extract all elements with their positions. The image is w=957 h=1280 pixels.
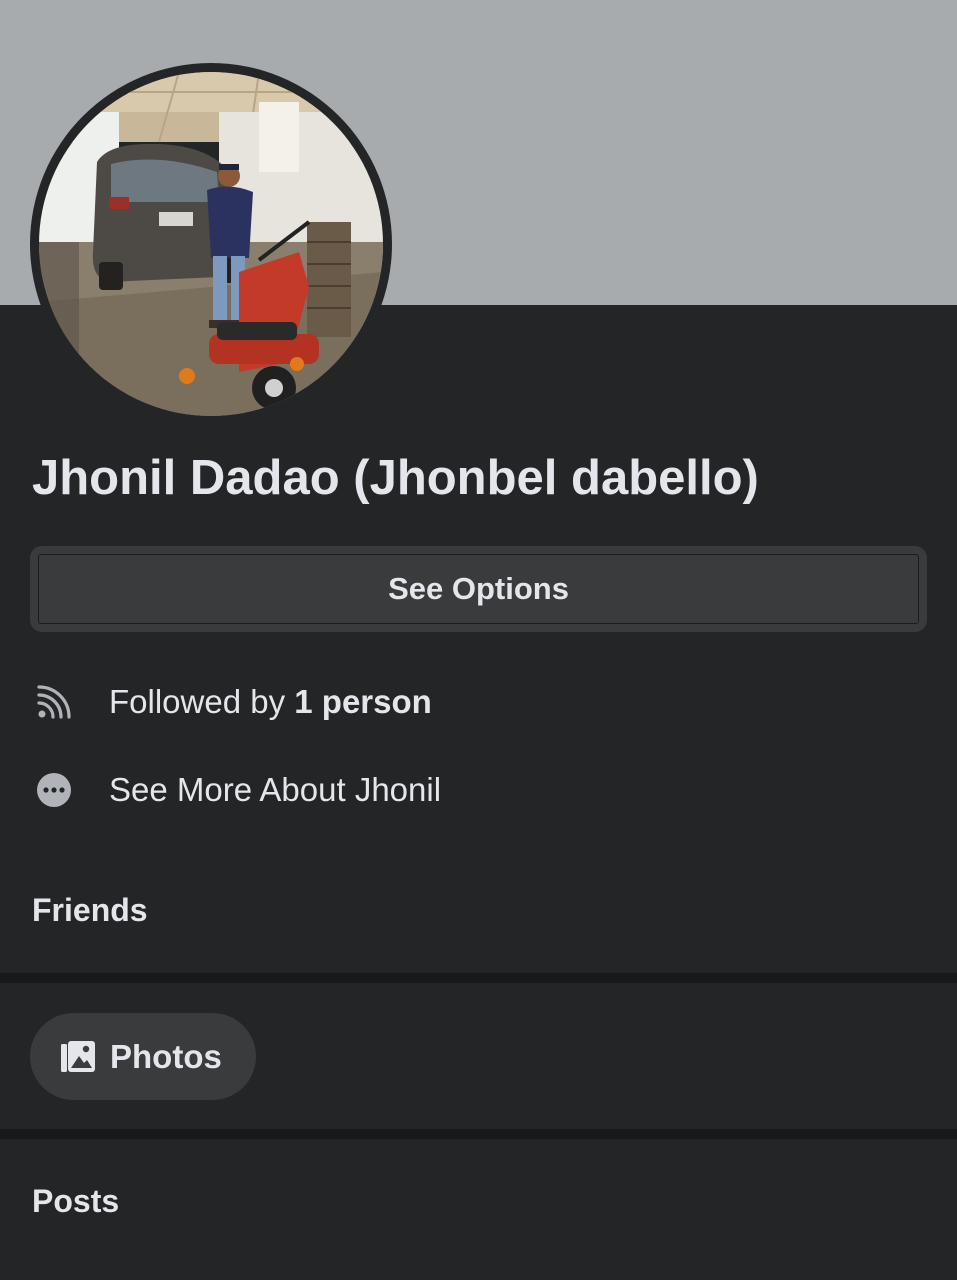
see-options-button[interactable]: See Options <box>30 546 927 632</box>
photos-button[interactable]: Photos <box>30 1013 256 1100</box>
avatar[interactable] <box>39 72 383 416</box>
avatar-image <box>39 72 383 416</box>
followers-count: 1 person <box>294 683 432 720</box>
posts-section-title: Posts <box>32 1183 120 1219</box>
see-more-about-row[interactable]: See More About Jhonil <box>0 760 957 820</box>
photos-label: Photos <box>110 1037 222 1075</box>
profile-page: Jhonil Dadao (Jhonbel dabello) See Optio… <box>0 0 957 1280</box>
followers-text: Followed by 1 person <box>109 683 432 721</box>
more-dots-icon <box>36 772 72 808</box>
followers-prefix: Followed by <box>109 683 295 720</box>
section-divider <box>0 1129 957 1139</box>
followers-row[interactable]: Followed by 1 person <box>0 672 957 732</box>
friends-section-title[interactable]: Friends <box>32 892 148 929</box>
see-options-label: See Options <box>38 554 919 624</box>
profile-name: Jhonil Dadao (Jhonbel dabello) <box>32 451 759 505</box>
see-more-about-label: See More About Jhonil <box>109 771 442 808</box>
section-divider <box>0 973 957 983</box>
photo-gallery-icon <box>60 1039 96 1075</box>
rss-feed-icon <box>36 684 72 720</box>
